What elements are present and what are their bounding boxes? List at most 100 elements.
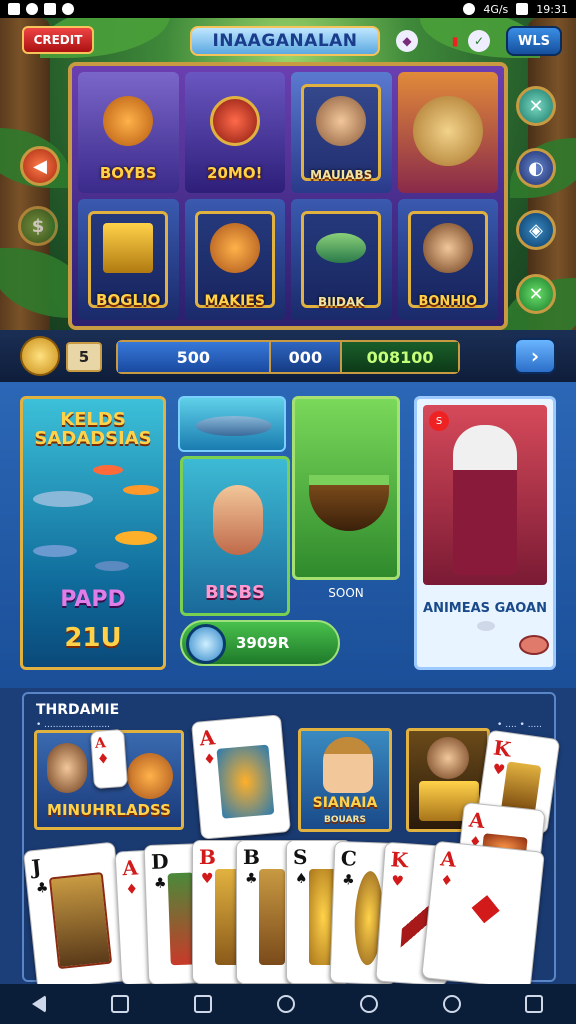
game-title: INAAGANALAN <box>190 26 380 56</box>
wifi-icon <box>463 3 476 15</box>
reel-symbol-goat[interactable] <box>397 72 498 193</box>
man-icon <box>422 223 473 274</box>
balance-bar: 500 000 008100 <box>116 340 460 374</box>
bet-amount[interactable]: 500 <box>118 342 271 372</box>
navigation-bar <box>0 984 576 1024</box>
close-icon: ✕ <box>528 95 544 117</box>
fox-icon <box>103 96 154 147</box>
spin-button[interactable]: › <box>514 338 556 374</box>
notification-icon <box>8 3 20 15</box>
panel-title: THRDAMIE <box>36 702 120 718</box>
reel-symbol-portrait[interactable]: MAUIABS <box>291 72 392 193</box>
shield-icon: ◈ <box>529 219 543 241</box>
ocean-title-1: KELDS <box>60 409 126 430</box>
diamond-icon <box>471 895 500 924</box>
cauldron-icon <box>309 475 389 531</box>
network-label: 4G/s <box>483 2 509 16</box>
panel-info: • .... • ..... <box>497 720 542 730</box>
coin-icon <box>20 336 60 376</box>
win-amount: 008100 <box>342 342 458 372</box>
shield-button[interactable]: ◈ <box>516 210 556 250</box>
playing-card-1[interactable]: J ♣ <box>22 841 130 991</box>
panel-subtitle: • ....................... <box>36 720 110 730</box>
card-panel: THRDAMIE • ....................... • ...… <box>22 692 561 991</box>
ring-icon <box>186 624 226 664</box>
fish-game-card[interactable] <box>178 396 286 452</box>
tiger-icon <box>209 223 260 274</box>
ocean-promo-1: PAPD <box>60 587 126 612</box>
man2-portrait-icon <box>427 737 469 779</box>
ocean-game-card[interactable]: KELDS SADADSIAS PAPD 21U <box>20 396 166 670</box>
ocean-title-2: SADADSIAS <box>34 427 152 449</box>
location-icon[interactable] <box>276 995 295 1013</box>
x-icon: ✕ <box>528 283 544 305</box>
card-fish-art <box>216 744 275 819</box>
featured-games: KELDS SADADSIAS PAPD 21U BISBS SOON 3909R… <box>0 382 576 688</box>
check-icon[interactable]: ✓ <box>468 30 490 52</box>
tuna-icon <box>196 416 272 436</box>
goat-icon <box>412 96 483 167</box>
goat-character-icon <box>453 425 517 575</box>
lantern-icon <box>209 96 260 147</box>
close-button[interactable]: ✕ <box>516 86 556 126</box>
fox-portrait-icon <box>127 753 173 799</box>
globe-icon[interactable] <box>442 995 461 1013</box>
reel-grid: BOYBS 20MO! MAUIABS BOGLIO MAKIES BIIDAK <box>68 62 508 330</box>
arrow-left-icon: ◀ <box>33 155 47 177</box>
ocean-promo-2: 21U <box>64 623 122 653</box>
chevron-right-icon: › <box>530 344 540 368</box>
card-game-section: THRDAMIE • ....................... • ...… <box>0 688 576 991</box>
credit-button[interactable]: CREDIT <box>22 26 94 54</box>
spoon-icon <box>477 621 495 631</box>
playing-card-top-1[interactable]: A ♦ <box>90 728 128 790</box>
tile-sianaia[interactable]: SIANAIA BOUARS <box>298 728 392 832</box>
coin-side-button[interactable]: $ <box>18 206 58 246</box>
pill-text: 3909R <box>236 634 290 652</box>
refresh-button[interactable]: ◐ <box>516 148 556 188</box>
left-arrow-button[interactable]: ◀ <box>20 146 60 186</box>
goat-game-card[interactable]: S ANIMEAS GAOAN <box>414 396 556 670</box>
reel-symbol-lantern[interactable]: 20MO! <box>184 72 285 193</box>
portrait-icon <box>316 96 367 147</box>
battery-icon <box>516 3 529 15</box>
mermaid-icon <box>213 485 263 555</box>
goat-badge: S <box>429 411 449 431</box>
gem-icon[interactable]: ◆ <box>396 30 418 52</box>
pill-button[interactable]: 3909R <box>180 620 340 666</box>
home-icon[interactable] <box>111 995 130 1013</box>
reel-symbol-tiger[interactable]: MAKIES <box>184 199 285 320</box>
reel-symbol-gold-bar[interactable]: BOGLIO <box>78 199 179 320</box>
playing-card-9[interactable]: A ♦ <box>421 840 545 990</box>
goat-label: ANIMEAS GAOAN <box>423 601 547 616</box>
gold-bar-icon <box>103 223 154 274</box>
bet-multiplier[interactable]: 5 <box>66 342 102 372</box>
search-icon[interactable] <box>359 995 378 1013</box>
cauldron-caption: SOON <box>328 586 364 600</box>
slot-machine-area: CREDIT INAAGANALAN ◆ ▮ ✓ WLS BOYBS 20MO!… <box>0 18 576 382</box>
bet-bar: 5 500 000 008100 › <box>0 330 576 382</box>
reel-symbol-fish[interactable]: BIIDAK <box>291 199 392 320</box>
reel-symbol-man[interactable]: BONHIO <box>397 199 498 320</box>
flag-icon[interactable]: ▮ <box>444 30 466 52</box>
cowgirl-icon <box>323 737 373 793</box>
playing-card-top-2[interactable]: A ♦ <box>191 714 291 840</box>
app-icon <box>44 3 56 15</box>
diamond-icon: ♦ <box>202 751 217 769</box>
mermaid-label: BISBS <box>204 582 266 603</box>
fish-icon <box>316 232 367 263</box>
line-amount[interactable]: 000 <box>270 342 343 372</box>
man-portrait-icon <box>47 743 87 793</box>
facebook-icon <box>26 3 38 15</box>
mermaid-game-card[interactable]: BISBS <box>180 456 290 616</box>
menu-icon[interactable] <box>525 995 544 1013</box>
cauldron-game-card[interactable] <box>292 396 400 580</box>
cancel-button[interactable]: ✕ <box>516 274 556 314</box>
clock: 19:31 <box>536 2 568 16</box>
square-icon[interactable] <box>194 995 213 1013</box>
reel-symbol-fox[interactable]: BOYBS <box>78 72 179 193</box>
wins-button[interactable]: WLS <box>506 26 562 56</box>
back-icon[interactable] <box>32 995 47 1013</box>
refresh-icon: ◐ <box>528 157 544 179</box>
status-bar: 4G/s 19:31 <box>0 0 576 18</box>
dollar-icon: $ <box>31 215 45 237</box>
